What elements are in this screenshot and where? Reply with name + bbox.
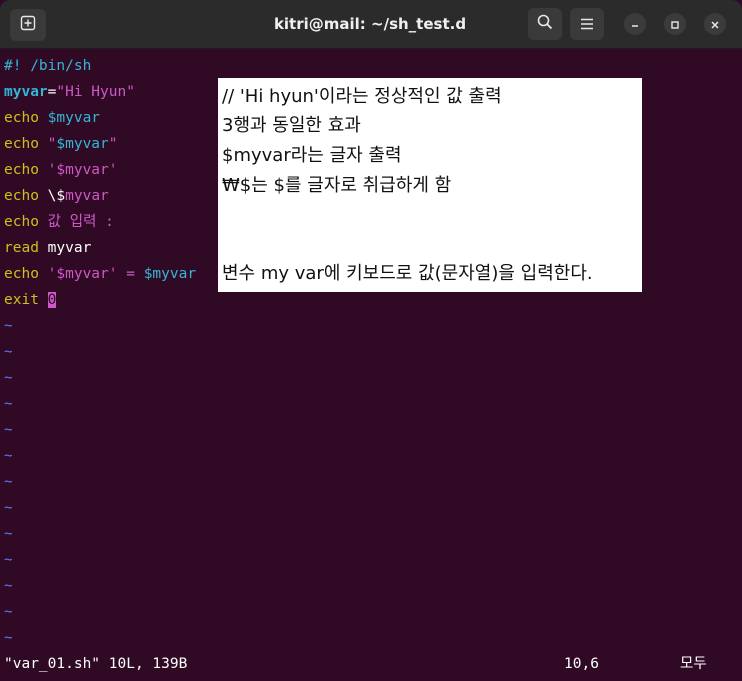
code-line: echo '$myvar' = $myvar <box>4 261 196 287</box>
code-token: echo <box>4 188 48 204</box>
code-token: echo <box>4 110 48 126</box>
code-line: exit 0 <box>4 287 57 313</box>
empty-line-tilde: ~ <box>4 630 13 646</box>
new-tab-button[interactable] <box>10 9 46 41</box>
code-line: read myvar <box>4 235 91 261</box>
file-info: "var_01.sh" 10L, 139B <box>4 656 188 672</box>
minimize-button[interactable] <box>624 13 646 35</box>
code-token: $myvar <box>56 136 109 152</box>
empty-line-tilde: ~ <box>4 578 13 594</box>
annotation-box: // 'Hi hyun'이라는 정상적인 값 출력 3행과 동일한 효과 $my… <box>218 78 642 292</box>
annotation-line: // 'Hi hyun'이라는 정상적인 값 출력 <box>222 86 502 107</box>
code-token: exit <box>4 292 48 308</box>
code-line: echo '$myvar' <box>4 157 118 183</box>
code-token: echo <box>4 266 48 282</box>
code-token: 값 입력 : <box>47 214 114 230</box>
code-token: myvar <box>65 188 109 204</box>
annotation-line: $myvar라는 글자 출력 <box>222 145 402 166</box>
code-line: #! /bin/sh <box>4 53 91 79</box>
menu-button[interactable] <box>570 8 604 40</box>
empty-line-tilde: ~ <box>4 500 13 516</box>
empty-line-tilde: ~ <box>4 526 13 542</box>
title-bar: kitri@mail: ~/sh_test.d <box>0 0 742 49</box>
code-token: $myvar <box>143 266 197 282</box>
code-token: = <box>117 266 144 282</box>
text-cursor: 0 <box>47 292 57 308</box>
code-token: echo <box>4 162 48 178</box>
cursor-position: 10,6 <box>564 656 599 672</box>
search-button[interactable] <box>528 8 562 40</box>
search-icon <box>537 14 553 34</box>
maximize-button[interactable] <box>664 13 686 35</box>
close-icon <box>710 15 720 34</box>
code-token: myvar <box>47 240 92 256</box>
empty-line-tilde: ~ <box>4 552 13 568</box>
code-token: echo <box>4 214 48 230</box>
code-line: myvar="Hi Hyun" <box>4 79 135 105</box>
empty-line-tilde: ~ <box>4 344 13 360</box>
code-token: echo <box>4 136 48 152</box>
empty-line-tilde: ~ <box>4 318 13 334</box>
code-token: '$myvar' <box>47 162 118 178</box>
maximize-icon <box>670 15 680 34</box>
empty-line-tilde: ~ <box>4 604 13 620</box>
empty-line-tilde: ~ <box>4 396 13 412</box>
code-token: $myvar <box>47 110 101 126</box>
close-button[interactable] <box>704 13 726 35</box>
code-line: echo 값 입력 : <box>4 209 114 235</box>
annotation-line: 변수 my var에 키보드로 값(문자열)을 입력한다. <box>222 263 593 284</box>
hamburger-menu-icon <box>580 15 594 34</box>
annotation-line: ₩$는 $를 글자로 취급하게 함 <box>222 175 452 196</box>
empty-line-tilde: ~ <box>4 422 13 438</box>
code-token: " <box>108 136 118 152</box>
code-token: \$ <box>47 188 66 204</box>
vim-status-line: "var_01.sh" 10L, 139B 10,6 모두 <box>0 651 742 677</box>
code-token: myvar <box>4 84 48 100</box>
window-title: kitri@mail: ~/sh_test.d <box>273 15 467 33</box>
scroll-indicator: 모두 <box>680 656 707 672</box>
code-line: echo $myvar <box>4 105 100 131</box>
annotation-line: 3행과 동일한 효과 <box>222 115 361 136</box>
new-tab-icon <box>20 15 36 35</box>
empty-line-tilde: ~ <box>4 474 13 490</box>
terminal-window: kitri@mail: ~/sh_test.d #! /bin/sh myvar… <box>0 0 742 681</box>
empty-line-tilde: ~ <box>4 370 13 386</box>
code-line: echo "$myvar" <box>4 131 118 157</box>
code-token: '$myvar' <box>47 266 118 282</box>
code-token: "Hi Hyun" <box>56 84 135 100</box>
empty-line-tilde: ~ <box>4 448 13 464</box>
minimize-icon <box>630 15 640 34</box>
code-token: #! /bin/sh <box>4 58 92 74</box>
code-line: echo \$myvar <box>4 183 109 209</box>
code-token: read <box>4 240 48 256</box>
